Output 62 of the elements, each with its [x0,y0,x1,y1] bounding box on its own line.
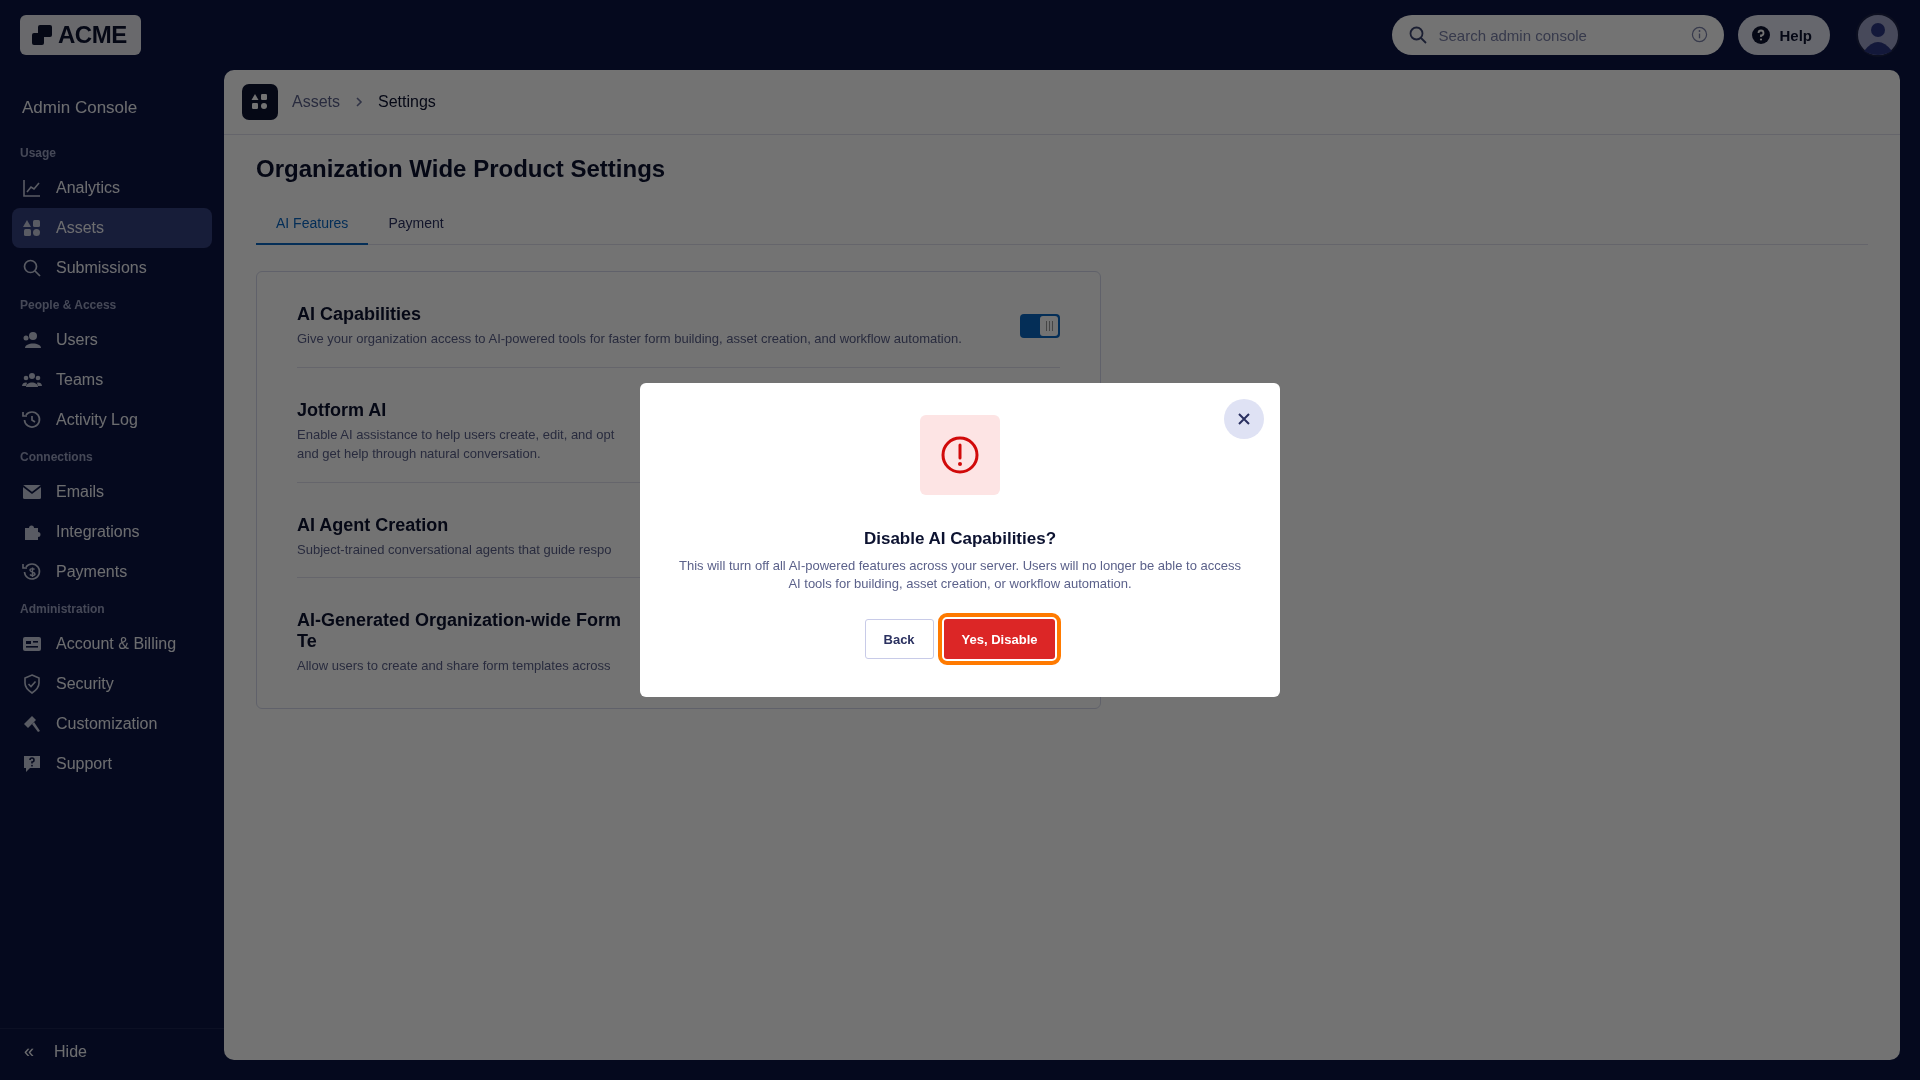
help-button[interactable]: Help [1738,15,1830,55]
sidebar-item[interactable]: Security [12,664,212,704]
assets-icon [242,84,278,120]
setting-description: Give your organization access to AI-powered tools for faster form building, asset creation, and workflow automation. [297,330,963,348]
sidebar-item[interactable]: Support [12,744,212,784]
dollar-icon [22,562,42,582]
setting-description: Allow users to create and share form templates across [297,657,612,675]
sidebar-item[interactable]: Analytics [12,168,212,208]
toggle-switch[interactable] [1020,314,1060,339]
question-icon [1752,26,1771,44]
sidebar-item[interactable]: Assets [12,208,212,248]
tab[interactable]: Payment [368,205,464,245]
section-heading: Administration [19,601,106,618]
setting-title: AI Agent Creation [297,514,450,536]
dialog-message: This will turn off all AI-powered features across your server. Users will no longer be able to access AI tools for building, asset creation, or workflow automation. [678,557,1242,594]
shield-icon [22,674,42,694]
setting-title: AI-Generated Organization-wide Form Te [297,610,623,652]
mail-icon [22,482,42,502]
section-heading: Usage [19,145,58,162]
back-button[interactable]: Back [864,619,934,660]
warning-icon [940,435,980,475]
sidebar-item[interactable]: Payments [12,552,212,592]
card-icon [22,634,42,654]
logo-mark-icon [30,23,54,47]
breadcrumb-link[interactable]: Assets [292,93,340,111]
tab[interactable]: AI Features [256,205,369,245]
chart-icon [22,178,42,198]
logo-text: ACME [58,21,127,49]
dialog-title: Disable AI Capabilities? [863,529,1057,549]
sidebar-item[interactable]: Users [12,320,212,360]
users-icon [22,370,42,390]
sidebar-item[interactable]: Account & Billing [12,624,212,664]
page-title: Organization Wide Product Settings [256,155,667,183]
sidebar-title: Admin Console [21,97,139,119]
chevron-right-icon [354,96,364,108]
search-field[interactable]: Search admin console [1392,15,1725,55]
clock-icon [22,410,42,430]
grid-icon [22,218,42,238]
user-icon [22,330,42,350]
section-heading: Connections [19,449,94,466]
sidebar-item[interactable]: Activity Log [12,400,212,440]
hide-sidebar-button[interactable]: « Hide [0,1028,224,1068]
close-icon [1237,412,1251,426]
sidebar-item[interactable]: Customization [12,704,212,744]
setting-title: AI Capabilities [297,304,423,325]
double-chevron-icon: « [24,1041,34,1062]
sidebar-item[interactable]: Teams [12,360,212,400]
chat-icon [22,754,42,774]
section-heading: People & Access [19,297,118,314]
setting-title: Jotform AI [297,399,388,421]
sidebar-item[interactable]: Integrations [12,512,212,552]
avatar-icon[interactable] [1856,13,1900,57]
acme-logo[interactable]: ACME [20,15,141,55]
close-button[interactable] [1224,399,1264,439]
setting-description: Subject-trained conversational agents that guide respo [297,540,612,559]
sidebar-item[interactable]: Emails [12,472,212,512]
search-icon [1408,25,1429,45]
breadcrumb-link[interactable]: Settings [378,93,436,111]
search-icon [22,258,42,278]
info-icon [1691,26,1709,43]
setting-description: Enable AI assistance to help users create, edit, and opt and get help through natural conversation. [297,425,616,463]
sidebar-item[interactable]: Submissions [12,248,212,288]
